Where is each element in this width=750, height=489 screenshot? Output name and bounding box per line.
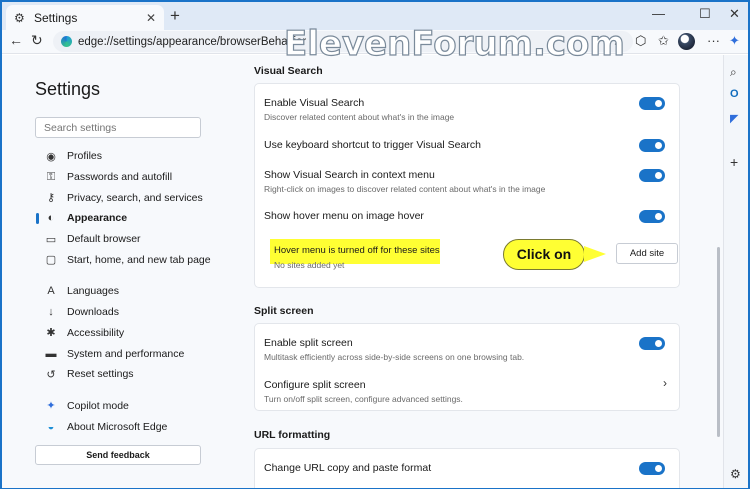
click-on-callout: Click on [503,239,585,270]
profile-icon: ◉ [46,150,56,163]
send-feedback-button[interactable]: Send feedback [35,445,201,465]
more-menu-icon[interactable]: ··· [707,33,720,48]
setting-hover-menu: Show hover menu on image hover [264,210,674,223]
no-sites-text: No sites added yet [274,260,345,270]
visual-search-card: Enable Visual Search Discover related co… [254,83,680,288]
new-tab-icon[interactable]: + [170,6,180,26]
sidebar-item-passwords[interactable]: ⚿ Passwords and autofill [35,167,215,188]
sidebar-item-downloads[interactable]: ↓ Downloads [35,302,215,323]
sidebar-item-start-home[interactable]: ▢ Start, home, and new tab page [35,249,215,270]
favorites-icon[interactable]: ✩ [658,33,669,49]
tab-title: Settings [34,10,78,25]
add-icon[interactable]: + [730,154,738,170]
setting-hover-menu-sites: Hover menu is turned off for these sites… [264,239,678,279]
context-menu-toggle[interactable] [639,169,665,182]
setting-configure-split-screen[interactable]: Configure split screen Turn on/off split… [264,376,674,404]
outlook-icon[interactable]: O [730,88,739,100]
sidebar-nav: ◉ Profiles ⚿ Passwords and autofill ⚷ Priva… [35,146,215,437]
sidebar-item-appearance[interactable]: ◐ Appearance [35,208,215,229]
section-title-url-formatting: URL formatting [254,429,331,441]
download-icon: ↓ [48,306,54,319]
sidebar-item-accessibility[interactable]: ✱ Accessibility [35,323,215,344]
watermark: ElevenForum.com [283,23,625,64]
copilot-icon: ✦ [46,400,56,413]
enable-visual-search-toggle[interactable] [639,97,665,110]
sidebar-item-system[interactable]: ▬ System and performance [35,343,215,364]
extensions-icon[interactable]: ⬡ [635,33,646,49]
sidebar-item-profiles[interactable]: ◉ Profiles [35,146,215,167]
gear-icon: ⚙ [14,10,25,25]
language-icon: A [47,285,55,298]
settings-sidebar: Settings ◉Profiles ⚿Passwords and autofi… [2,55,220,488]
reset-icon: ↺ [46,368,56,381]
hover-menu-toggle[interactable] [639,210,665,223]
keyboard-shortcut-toggle[interactable] [639,139,665,152]
sidebar-item-default-browser[interactable]: ▭ Default browser [35,229,215,250]
right-sidebar-rail: ⌕ O ◤ + ⚙ [723,55,748,488]
refresh-icon[interactable]: ↻ [31,32,43,49]
setting-enable-visual-search: Enable Visual Search Discover related co… [264,97,674,122]
send-icon[interactable]: ◤ [730,112,738,125]
lock-icon: ⚷ [46,192,56,205]
split-screen-toggle[interactable] [639,337,665,350]
setting-context-menu: Show Visual Search in context menu Right… [264,169,674,194]
home-icon: ▢ [45,254,57,267]
key-icon: ⚿ [46,170,56,183]
sidebar-item-languages[interactable]: A Languages [35,281,215,302]
section-title-visual-search: Visual Search [254,65,323,77]
url-text: edge://settings/appearance/browserBehavi… [78,35,307,48]
sidebar-item-copilot[interactable]: ✦ Copilot mode [35,396,215,417]
minimize-icon[interactable]: — [652,6,665,21]
back-icon[interactable]: ← [9,32,23,48]
browser-window: ⚙ Settings ✕ + — ☐ ✕ ← ↻ edge://settings… [2,2,748,488]
maximize-icon[interactable]: ☐ [699,6,711,22]
section-title-split-screen: Split screen [254,305,314,317]
search-input[interactable] [35,117,201,138]
url-formatting-card: Change URL copy and paste format [254,448,680,488]
setting-enable-split-screen: Enable split screen Multitask efficientl… [264,337,674,362]
setting-keyboard-shortcut: Use keyboard shortcut to trigger Visual … [264,139,674,152]
hover-off-sites-label: Hover menu is turned off for these sites [274,245,440,256]
edge-icon: ◒ [47,420,55,433]
accessibility-icon: ✱ [46,327,56,340]
settings-content: Visual Search Enable Visual Search Disco… [220,55,723,488]
scrollbar-thumb[interactable] [717,247,720,437]
close-window-icon[interactable]: ✕ [729,6,740,22]
laptop-icon: ▬ [45,347,57,360]
chevron-right-icon: › [663,376,667,390]
search-icon[interactable]: ⌕ [730,65,737,80]
avatar[interactable] [678,33,695,50]
sidebar-item-about[interactable]: ◒ About Microsoft Edge [35,416,215,437]
split-screen-card: Enable split screen Multitask efficientl… [254,323,680,411]
copilot-toolbar-icon[interactable]: ✦ [729,33,740,49]
sidebar-item-privacy[interactable]: ⚷ Privacy, search, and services [35,187,215,208]
browser-icon: ▭ [45,233,57,246]
palette-icon: ◐ [47,212,55,225]
tab-settings[interactable]: ⚙ Settings ✕ [6,5,164,30]
edge-page-icon [61,36,72,47]
settings-gear-icon[interactable]: ⚙ [730,467,741,481]
callout-arrow [584,246,606,262]
scrollbar[interactable] [715,55,723,488]
close-tab-icon[interactable]: ✕ [146,11,156,25]
sidebar-item-reset[interactable]: ↺ Reset settings [35,364,215,385]
url-copy-toggle[interactable] [639,462,665,475]
setting-url-copy-format: Change URL copy and paste format [264,462,674,475]
add-site-button[interactable]: Add site [616,243,678,264]
page-title: Settings [35,79,101,99]
